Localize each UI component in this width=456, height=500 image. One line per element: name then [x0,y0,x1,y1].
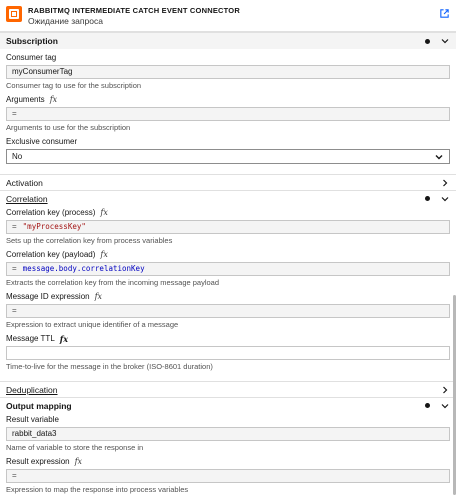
chevron-right-icon[interactable] [440,385,450,395]
message-id-label-row: Message ID expression fx [6,292,450,302]
section-deduplication-title: Deduplication [6,384,58,395]
chevron-down-icon[interactable] [440,194,450,204]
chevron-down-icon[interactable] [440,401,450,411]
exclusive-consumer-value: No [12,152,23,161]
arguments-hint: Arguments to use for the subscription [6,123,131,132]
element-type-title: RABBITMQ INTERMEDIATE CATCH EVENT CONNEC… [28,6,240,15]
section-filled-dot-icon [425,403,430,408]
rabbitmq-logo-icon [6,6,22,22]
result-expression-label-row: Result expression fx [6,457,450,467]
message-ttl-hint: Time-to-live for the message in the brok… [6,362,213,371]
feel-equals-prefix: = [12,222,17,231]
message-ttl-label: Message TTL [6,334,55,343]
section-deduplication-header[interactable]: Deduplication [0,381,456,397]
result-variable-label: Result variable [6,415,59,424]
result-variable-value: rabbit_data3 [12,429,57,438]
consumer-tag-hint: Consumer tag to use for the subscription [6,81,142,90]
open-external-icon[interactable] [439,8,450,19]
correlation-key-process-label-row: Correlation key (process) fx [6,208,450,218]
correlation-key-process-hint: Sets up the correlation key from process… [6,236,173,245]
section-activation-header[interactable]: Activation [0,174,456,190]
section-output-mapping-header[interactable]: Output mapping [0,397,456,413]
section-correlation-title: Correlation [6,193,48,204]
consumer-tag-label: Consumer tag [6,53,57,62]
arguments-input[interactable]: = [6,107,450,121]
section-filled-dot-icon [425,38,430,44]
correlation-key-process-label: Correlation key (process) [6,208,96,217]
result-variable-hint: Name of variable to store the response i… [6,443,144,452]
panel-header: RABBITMQ INTERMEDIATE CATCH EVENT CONNEC… [0,0,456,32]
fx-icon[interactable]: fx [50,95,57,105]
arguments-label: Arguments [6,95,45,104]
correlation-key-payload-hint: Extracts the correlation key from the in… [6,278,220,287]
correlation-key-process-input[interactable]: = "myProcessKey" [6,220,450,234]
fx-icon[interactable]: fx [75,457,82,467]
chevron-right-icon[interactable] [440,178,450,188]
arguments-label-row: Arguments fx [6,95,450,105]
result-expression-hint: Expression to map the response into proc… [6,485,189,494]
result-expression-label: Result expression [6,457,70,466]
select-chevron-down-icon [435,154,443,159]
section-activation-title: Activation [6,177,43,188]
consumer-tag-value: myConsumerTag [12,67,73,76]
feel-equals-prefix: = [12,306,17,315]
consumer-tag-input[interactable]: myConsumerTag [6,65,450,79]
message-ttl-input[interactable] [6,346,450,360]
result-expression-input[interactable]: = [6,469,450,483]
section-subscription-body: Consumer tag myConsumerTag Consumer tag … [0,53,456,164]
section-output-mapping-title: Output mapping [6,400,72,411]
fx-icon[interactable]: fx [60,334,68,344]
correlation-key-process-value: "myProcessKey" [22,222,86,231]
correlation-key-payload-label-row: Correlation key (payload) fx [6,250,450,260]
correlation-key-payload-label: Correlation key (payload) [6,250,96,259]
section-correlation-header[interactable]: Correlation [0,190,456,206]
message-id-hint: Expression to extract unique identifier … [6,320,179,329]
correlation-key-payload-input[interactable]: = message.body.correlationKey [6,262,450,276]
feel-equals-prefix: = [12,109,17,118]
section-filled-dot-icon [425,196,430,201]
message-id-label: Message ID expression [6,292,90,301]
section-correlation-body: Correlation key (process) fx = "myProcessK… [0,208,456,372]
feel-equals-prefix: = [12,471,17,480]
fx-icon[interactable]: fx [95,292,102,302]
result-variable-input[interactable]: rabbit_data3 [6,427,450,441]
exclusive-consumer-label: Exclusive consumer [6,137,78,146]
feel-equals-prefix: = [12,264,17,273]
correlation-key-payload-value: message.body.correlationKey [22,264,145,273]
section-subscription-title: Subscription [6,36,58,46]
fx-icon[interactable]: fx [100,208,107,218]
section-output-mapping-body: Result variable rabbit_data3 Name of var… [0,415,456,495]
fx-icon[interactable]: fx [100,250,107,260]
message-id-input[interactable]: = [6,304,450,318]
chevron-down-icon[interactable] [440,36,450,46]
element-name: Ожидание запроса [28,16,103,26]
message-ttl-label-row: Message TTL fx [6,334,450,344]
exclusive-consumer-select[interactable]: No [6,149,450,164]
section-subscription-header[interactable]: Subscription [0,32,456,49]
